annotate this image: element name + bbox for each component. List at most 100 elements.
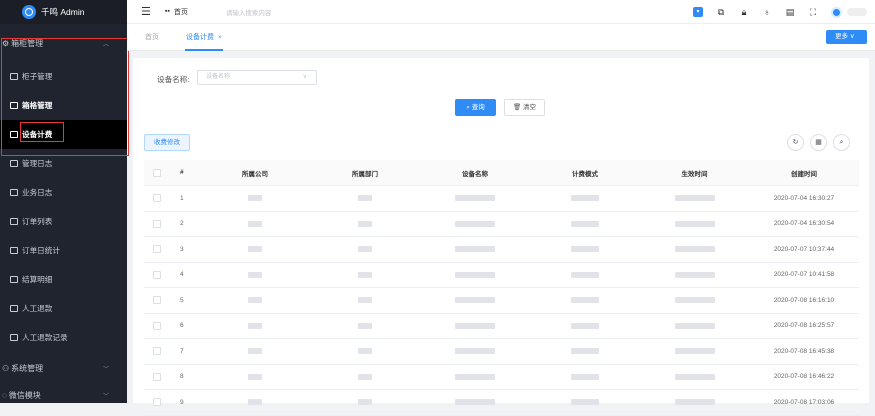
redacted-value (248, 246, 262, 253)
menu-toggle-icon[interactable]: ☰ (141, 5, 151, 18)
row-checkbox[interactable] (153, 219, 161, 228)
redacted-value (248, 297, 262, 304)
header-billing-mode: 计费模式 (572, 170, 598, 178)
created-time-cell: 2020-07-08 16:45:38 (773, 347, 835, 355)
screenshot-icon[interactable]: ⧉ (716, 7, 726, 17)
billing-mode-cell (530, 373, 640, 380)
row-select-cell (144, 398, 170, 407)
sidebar-item-label: 订单列表 (22, 217, 53, 226)
created-time-cell: 2020-07-08 16:25:57 (773, 322, 835, 330)
app-logo[interactable]: 千鸣 Admin (0, 0, 127, 24)
document-icon (10, 189, 18, 196)
row-checkbox[interactable] (153, 270, 161, 279)
avatar[interactable] (831, 6, 842, 18)
menu-group-label: 微信模块 (8, 390, 41, 400)
row-checkbox[interactable] (153, 296, 161, 305)
table-row[interactable]: 4 2020-07-07 10:41:58 (144, 263, 859, 288)
filter-label: 设备名称: (157, 75, 190, 84)
billing-mode-cell (530, 399, 640, 406)
theme-icon[interactable]: ♁ (762, 7, 772, 17)
company-cell (200, 271, 310, 278)
billing-mode-cell (530, 271, 640, 278)
redacted-value (455, 297, 495, 304)
query-button[interactable]: ⌕ 查询 (455, 99, 496, 116)
sidebar-item-orders[interactable]: 订单列表 (0, 207, 127, 236)
department-cell (310, 348, 420, 355)
tabs-bar: 首页 设备计费 × 更多 ∨ (127, 24, 875, 51)
sidebar-item-business-log[interactable]: 业务日志 (0, 178, 127, 207)
more-button[interactable]: 更多 ∨ (826, 30, 867, 44)
effective-time-cell (640, 246, 749, 253)
row-select-cell (144, 270, 170, 279)
redacted-value (455, 399, 495, 406)
billing-mode-cell (530, 195, 640, 202)
table-row[interactable]: 6 2020-07-08 16:25:57 (144, 314, 859, 339)
row-select-cell (144, 219, 170, 228)
redacted-value (358, 297, 372, 304)
redacted-value (674, 399, 715, 406)
tab-home[interactable]: 首页 (145, 24, 159, 51)
created-time-cell: 2020-07-08 16:46:22 (773, 373, 835, 381)
user-name-blurred[interactable] (847, 8, 867, 16)
redacted-value (571, 220, 599, 227)
fee-edit-button[interactable]: 收费修改 (144, 134, 190, 151)
table-row[interactable]: 7 2020-07-08 16:45:38 (144, 339, 859, 365)
refresh-icon[interactable]: ↻ (787, 134, 804, 151)
sidebar-item-order-daily[interactable]: 订单日统计 (0, 236, 127, 265)
close-icon[interactable]: × (218, 35, 222, 41)
row-index: 7 (180, 347, 184, 355)
sidebar-item-manual-refund[interactable]: 人工退款 (0, 294, 127, 323)
header-effective-time: 生效时间 (681, 170, 708, 178)
table-row[interactable]: 3 2020-07-07 10:37:44 (144, 237, 859, 263)
effective-time-cell (640, 348, 749, 355)
search-toggle-icon[interactable]: ⌕ (833, 134, 850, 151)
row-checkbox[interactable] (153, 321, 161, 330)
clear-button[interactable]: 🗑︎ 清空 (504, 99, 545, 116)
device-name-cell (420, 399, 530, 406)
billing-mode-cell (530, 348, 640, 355)
row-checkbox[interactable] (153, 347, 161, 356)
redacted-value (571, 246, 599, 253)
fullscreen-icon[interactable]: ⛶ (808, 7, 818, 17)
effective-time-cell (640, 297, 749, 304)
billing-mode-cell (530, 322, 640, 329)
top-home-label[interactable]: 首页 (174, 7, 188, 17)
columns-icon[interactable]: ▦ (810, 134, 827, 151)
department-cell (310, 271, 420, 278)
table-row[interactable]: 2 2020-07-04 16:30:54 (144, 212, 859, 237)
top-search-input[interactable]: 请输入搜索内容 (226, 7, 272, 17)
row-checkbox[interactable] (153, 398, 161, 407)
redacted-value (455, 271, 495, 278)
sidebar-item-refund-records[interactable]: 人工退款记录 (0, 323, 127, 352)
created-time-cell: 2020-07-07 10:37:44 (773, 245, 835, 253)
redacted-value (674, 195, 715, 202)
redacted-value (248, 322, 262, 329)
redacted-value (674, 220, 715, 227)
department-cell (310, 195, 420, 202)
row-index: 8 (180, 373, 184, 381)
redacted-value (571, 348, 599, 355)
table-row[interactable]: 5 2020-07-08 16:16:10 (144, 288, 859, 314)
data-table: # 所属公司 所属部门 设备名称 计费模式 生效时间 创建时间 1 2020-07… (144, 160, 859, 416)
select-all-checkbox[interactable] (153, 168, 161, 177)
effective-time-cell (640, 373, 749, 380)
query-label: 查询 (471, 104, 485, 111)
menu-group-system[interactable]: ⚇ 系统管理 ﹀ (0, 352, 127, 384)
department-cell (310, 322, 420, 329)
app-title: 千鸣 Admin (41, 7, 85, 17)
device-name-cell (420, 373, 530, 380)
row-select-cell (144, 321, 170, 330)
row-checkbox[interactable] (153, 194, 161, 203)
effective-time-cell (640, 220, 749, 227)
row-checkbox[interactable] (153, 245, 161, 254)
lock-icon[interactable]: 🔒︎ (739, 7, 749, 17)
sidebar-item-settlement[interactable]: 结算明细 (0, 265, 127, 294)
notification-icon[interactable]: ▤ (785, 7, 795, 17)
table-row[interactable]: 8 2020-07-08 16:46:22 (144, 365, 859, 390)
row-checkbox[interactable] (153, 372, 161, 381)
tab-device-billing[interactable]: 设备计费 × (185, 24, 223, 51)
dropdown-icon[interactable]: ▾ (693, 7, 703, 17)
table-row[interactable]: 1 2020-07-04 16:30:27 (144, 186, 859, 212)
redacted-value (358, 195, 372, 202)
device-name-select[interactable]: 设备名称 ∨ (197, 70, 317, 85)
